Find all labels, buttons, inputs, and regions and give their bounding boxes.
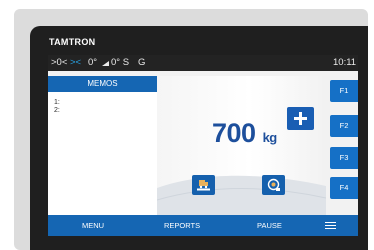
- center-zero-indicator: ><: [70, 57, 82, 68]
- hamburger-icon[interactable]: [325, 222, 336, 229]
- bottom-navigation: MENU REPORTS PAUSE: [48, 215, 358, 236]
- reports-button[interactable]: REPORTS: [164, 215, 200, 236]
- f2-button[interactable]: F2: [330, 115, 358, 137]
- f4-button[interactable]: F4: [330, 177, 358, 199]
- memo-line-2[interactable]: 2:: [54, 107, 60, 114]
- tilt-angle: 0° S: [111, 57, 130, 68]
- terminal-screen: >0< >< 0° 0° S G 10:11 MEMOS 1: 2: 700 k…: [48, 55, 358, 236]
- menu-button[interactable]: MENU: [82, 215, 104, 236]
- tilt-indicator: 0°: [88, 57, 98, 68]
- f1-button[interactable]: F1: [330, 80, 358, 102]
- status-bar: >0< >< 0° 0° S G 10:11: [48, 55, 358, 71]
- add-button[interactable]: [287, 107, 314, 130]
- clock: 10:11: [333, 57, 357, 68]
- weight-unit: kg: [262, 130, 278, 145]
- gross-indicator: G: [138, 57, 146, 68]
- camera-button[interactable]: [262, 175, 285, 195]
- vehicle-scale-button[interactable]: [192, 175, 215, 195]
- truck-scale-icon: [197, 180, 210, 191]
- weight-readout: 700 kg: [212, 118, 277, 153]
- zero-indicator: >0<: [51, 57, 68, 68]
- memo-line-1[interactable]: 1:: [54, 99, 60, 106]
- brand-logo: TAMTRON: [49, 37, 96, 47]
- memos-header: MEMOS: [48, 76, 157, 92]
- weight-display-area: 700 kg: [157, 76, 326, 220]
- memos-panel[interactable]: 1: 2:: [48, 92, 157, 220]
- weight-value: 700: [212, 118, 256, 148]
- camera-icon: [267, 178, 280, 191]
- tilt-wedge-icon: [102, 61, 109, 66]
- f3-button[interactable]: F3: [330, 147, 358, 169]
- pause-button[interactable]: PAUSE: [257, 215, 282, 236]
